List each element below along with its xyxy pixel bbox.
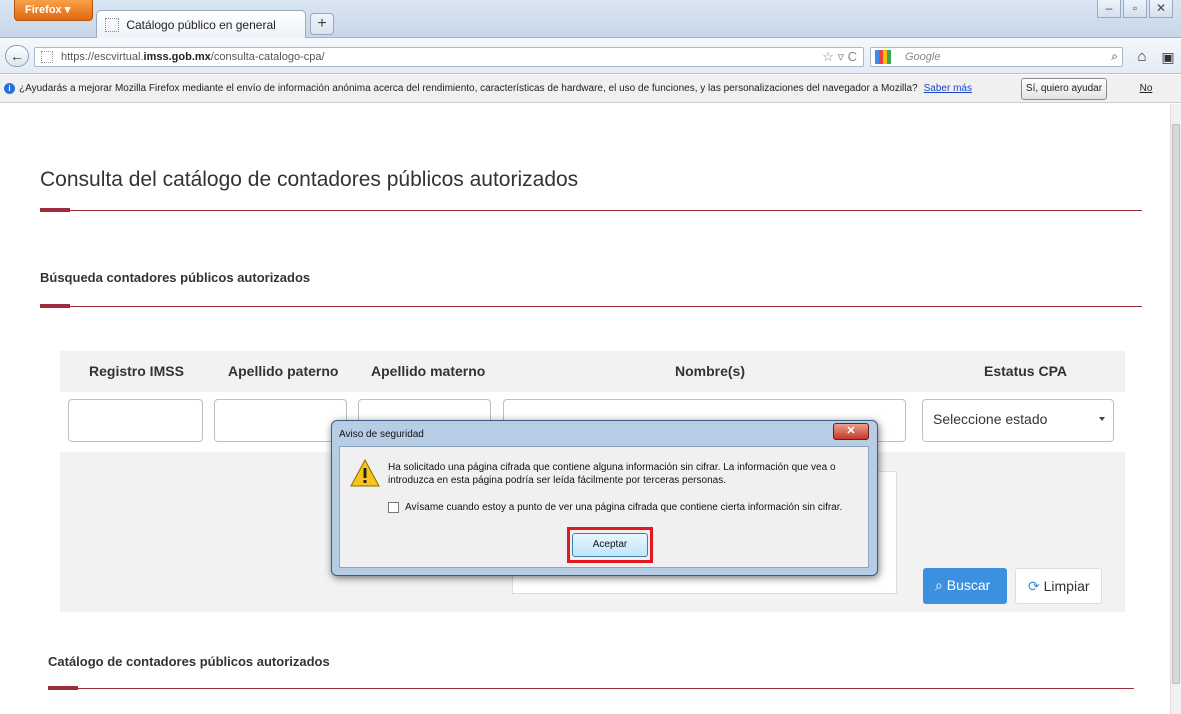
chevron-down-icon: [1099, 417, 1105, 421]
search-placeholder: Google: [905, 51, 941, 63]
label-apellido-paterno: Apellido paterno: [228, 363, 339, 379]
tab-title: Catálogo público en general: [126, 18, 276, 32]
minimize-button[interactable]: –: [1097, 0, 1121, 18]
scrollbar-thumb[interactable]: [1172, 124, 1180, 684]
divider-accent: [40, 304, 70, 308]
window-controls: – ▫ ✕: [1097, 0, 1173, 18]
dialog-close-button[interactable]: ✕: [833, 423, 869, 440]
search-button-label: Buscar: [946, 577, 991, 593]
url-path: /consulta-catalogo-cpa/: [210, 51, 325, 63]
url-domain: imss.gob.mx: [143, 51, 211, 63]
addon-bar-icon[interactable]: ▣: [1157, 46, 1179, 68]
notify-checkbox[interactable]: [388, 502, 399, 513]
label-registro-imss: Registro IMSS: [89, 363, 184, 379]
label-apellido-materno: Apellido materno: [371, 363, 486, 379]
catalog-divider: [48, 686, 1134, 690]
search-section-title: Búsqueda contadores públicos autorizados: [40, 270, 311, 285]
bookmark-reload-icons[interactable]: ☆ ▿ C: [822, 49, 857, 65]
label-nombre: Nombre(s): [675, 363, 746, 379]
title-bar: Firefox ▾ Catálogo público en general + …: [0, 0, 1181, 38]
page-content: Consulta del catálogo de contadores públ…: [0, 104, 1170, 714]
site-identity-icon[interactable]: [41, 51, 53, 63]
home-icon[interactable]: ⌂: [1131, 46, 1153, 68]
search-divider: [40, 304, 1142, 308]
browser-tab[interactable]: Catálogo público en general: [96, 10, 306, 38]
notification-accept-button[interactable]: Sí, quiero ayudar: [1021, 78, 1107, 100]
address-bar[interactable]: https://escvirtual.imss.gob.mx/consulta-…: [34, 47, 864, 67]
title-divider: [40, 208, 1142, 212]
notification-decline-button[interactable]: No: [1116, 78, 1176, 100]
search-button[interactable]: ⌕ Buscar: [923, 568, 1007, 604]
label-estatus-cpa: Estatus CPA: [984, 363, 1067, 379]
notification-bar: i ¿Ayudarás a mejorar Mozilla Firefox me…: [0, 75, 1181, 103]
security-warning-dialog: Aviso de seguridad ✕ Ha solicitado una p…: [331, 420, 878, 576]
accept-button[interactable]: Aceptar: [572, 533, 648, 557]
restore-button[interactable]: ▫: [1123, 0, 1147, 18]
close-window-button[interactable]: ✕: [1149, 0, 1173, 18]
new-tab-button[interactable]: +: [310, 13, 334, 35]
google-icon[interactable]: [875, 50, 891, 64]
divider-accent: [40, 208, 70, 212]
url-prefix: https://escvirtual.: [61, 51, 144, 63]
dialog-title: Aviso de seguridad: [339, 429, 424, 440]
back-button[interactable]: ←: [5, 45, 29, 67]
search-icon: ⌕: [935, 577, 943, 593]
search-icon[interactable]: ⌕: [1111, 49, 1118, 64]
notify-checkbox-label[interactable]: Avísame cuando estoy a punto de ver una …: [405, 502, 842, 513]
navigation-bar: ← https://escvirtual.imss.gob.mx/consult…: [0, 38, 1181, 74]
form-header-row: Registro IMSS Apellido paterno Apellido …: [60, 351, 1125, 392]
page-title: Consulta del catálogo de contadores públ…: [40, 168, 579, 191]
firefox-menu-button[interactable]: Firefox ▾: [14, 0, 93, 21]
clear-button-label: Limpiar: [1043, 578, 1090, 594]
notification-message: ¿Ayudarás a mejorar Mozilla Firefox medi…: [19, 83, 918, 94]
vertical-scrollbar[interactable]: [1170, 104, 1181, 714]
apellido-paterno-input[interactable]: [214, 399, 347, 442]
catalog-section-title: Catálogo de contadores públicos autoriza…: [48, 654, 330, 669]
learn-more-link[interactable]: Saber más: [924, 83, 972, 94]
dialog-message: Ha solicitado una página cifrada que con…: [388, 462, 836, 486]
clear-button[interactable]: ⟳ Limpiar: [1015, 568, 1102, 604]
warning-icon: [350, 458, 380, 487]
registro-imss-input[interactable]: [68, 399, 203, 442]
dialog-body: Ha solicitado una página cifrada que con…: [339, 446, 869, 568]
estatus-cpa-select[interactable]: Seleccione estado: [922, 399, 1114, 442]
divider-accent: [48, 686, 78, 690]
estatus-selected-value: Seleccione estado: [933, 411, 1048, 427]
info-icon: i: [4, 83, 15, 94]
refresh-icon: ⟳: [1028, 578, 1040, 594]
page-favicon-icon: [105, 18, 119, 32]
search-bar[interactable]: Google ⌕: [870, 47, 1123, 67]
